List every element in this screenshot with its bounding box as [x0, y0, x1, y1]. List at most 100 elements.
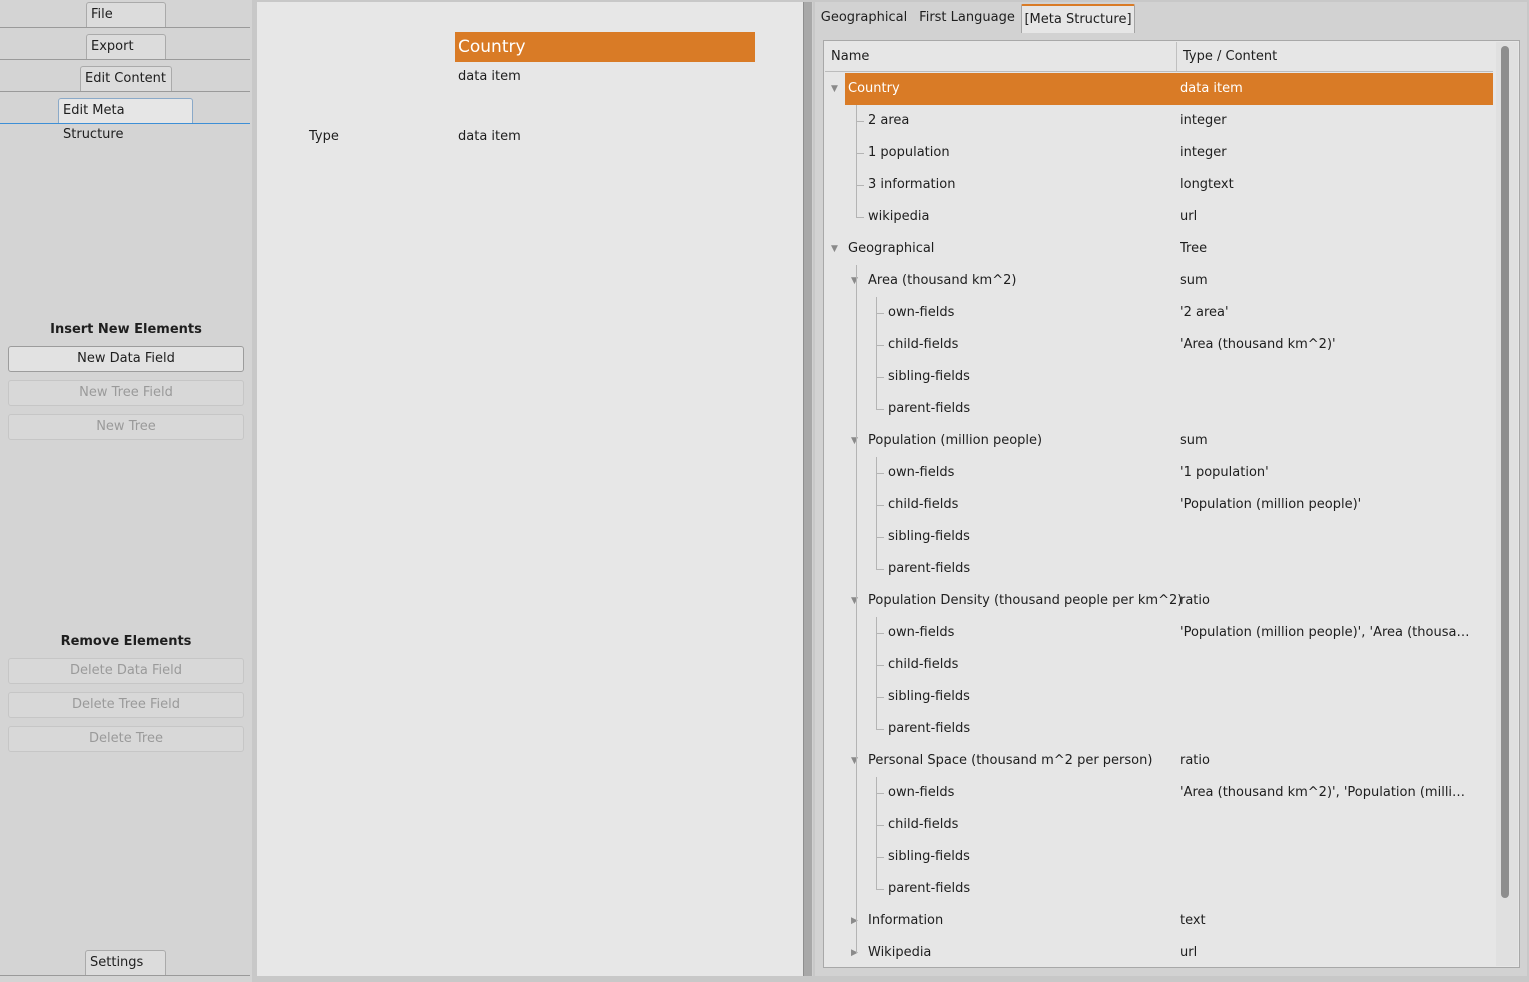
meta-structure-tree: Name Type / Content ▼ Country data item 2 a… — [823, 40, 1520, 968]
tree-row[interactable]: sibling-fields — [825, 841, 1493, 873]
tree-row-name: sibling-fields — [888, 369, 970, 384]
tree-row-type: sum — [1180, 433, 1208, 448]
tree-row-name: child-fields — [888, 817, 959, 832]
tree-row-type: '2 area' — [1180, 305, 1229, 320]
tree-row[interactable]: own-fields 'Area (thousand km^2)', 'Popul… — [825, 777, 1493, 809]
tree-row[interactable]: sibling-fields — [825, 361, 1493, 393]
tree-guide-line — [856, 185, 864, 186]
tree-guide-line — [876, 793, 884, 794]
tree-row[interactable]: ▼ Personal Space (thousand m^2 per person… — [825, 745, 1493, 777]
tab-edit-meta-structure[interactable]: Edit Meta Structure — [58, 98, 193, 142]
tree-row-type: 'Population (million people)', 'Area (th… — [1180, 625, 1470, 640]
tree-guide-line — [876, 729, 884, 730]
item-title-header: Country — [455, 32, 755, 62]
tree-row[interactable]: own-fields '1 population' — [825, 457, 1493, 489]
delete-tree-button[interactable]: Delete Tree — [8, 726, 244, 752]
tab-active-underline — [0, 123, 250, 124]
tree-row[interactable]: child-fields 'Population (million people)… — [825, 489, 1493, 521]
collapse-arrow-icon[interactable]: ▼ — [831, 233, 838, 265]
tree-row[interactable]: ▼ Population (million people) sum — [825, 425, 1493, 457]
tree-row[interactable]: own-fields 'Population (million people)',… — [825, 617, 1493, 649]
tree-row[interactable]: parent-fields — [825, 713, 1493, 745]
tree-guide-line — [856, 217, 864, 218]
tree-row-name: sibling-fields — [888, 849, 970, 864]
new-tree-field-button[interactable]: New Tree Field — [8, 380, 244, 406]
tree-row-name: child-fields — [888, 657, 959, 672]
tree-row[interactable]: 1 population integer — [825, 137, 1493, 169]
tree-guide-line — [876, 617, 877, 729]
panel-splitter[interactable] — [803, 2, 813, 976]
tab-edit-content[interactable]: Edit Content — [80, 66, 172, 92]
tree-row[interactable]: parent-fields — [825, 553, 1493, 585]
delete-data-field-button[interactable]: Delete Data Field — [8, 658, 244, 684]
tree-row-type: ratio — [1180, 593, 1210, 608]
tree-guide-line — [876, 505, 884, 506]
tab-geographical[interactable]: Geographical — [817, 4, 911, 33]
tree-row[interactable]: sibling-fields — [825, 521, 1493, 553]
tree-row[interactable]: own-fields '2 area' — [825, 297, 1493, 329]
tree-guide-line — [876, 537, 884, 538]
tree-row[interactable]: ▶ Wikipedia url — [825, 937, 1493, 967]
tree-row-name: parent-fields — [888, 561, 971, 576]
new-data-field-button[interactable]: New Data Field — [8, 346, 244, 372]
tree-row-name: sibling-fields — [888, 529, 970, 544]
tree-row[interactable]: parent-fields — [825, 393, 1493, 425]
tab-file[interactable]: File — [86, 2, 166, 28]
tree-row-name: Population Density (thousand people per … — [868, 593, 1183, 608]
tab-settings[interactable]: Settings — [85, 950, 166, 976]
tree-row-type: url — [1180, 209, 1198, 224]
tree-row[interactable]: sibling-fields — [825, 681, 1493, 713]
tree-row[interactable]: parent-fields — [825, 873, 1493, 905]
sidebar: File Export Edit Content Edit Meta Struc… — [0, 0, 252, 982]
tree-row-type: sum — [1180, 273, 1208, 288]
tree-guide-line — [856, 121, 864, 122]
tree-row-name: wikipedia — [868, 209, 930, 224]
tab-first-language[interactable]: First Language — [915, 4, 1019, 33]
tab-divider — [0, 91, 250, 92]
tree-row[interactable]: child-fields — [825, 649, 1493, 681]
tree-row[interactable]: ▼ Population Density (thousand people per… — [825, 585, 1493, 617]
tree-row-type: 'Area (thousand km^2)', 'Population (mil… — [1180, 785, 1470, 800]
tree-guide-line — [876, 569, 884, 570]
tree-row[interactable]: ▶ Information text — [825, 905, 1493, 937]
column-header-type[interactable]: Type / Content — [1177, 42, 1277, 72]
scrollbar-track[interactable] — [1496, 42, 1518, 966]
tree-guide-line — [876, 889, 884, 890]
tree-guide-line — [876, 297, 877, 409]
tree-row[interactable]: 3 information longtext — [825, 169, 1493, 201]
tree-guide-line — [876, 825, 884, 826]
scrollbar-thumb[interactable] — [1501, 46, 1509, 898]
tree-row-name: 2 area — [868, 113, 910, 128]
tree-row-name: own-fields — [888, 305, 955, 320]
tab-settings-label: Settings — [90, 955, 144, 970]
tree-row[interactable]: child-fields 'Area (thousand km^2)' — [825, 329, 1493, 361]
tree-guide-line — [876, 473, 884, 474]
tree-row-type: integer — [1180, 145, 1227, 160]
delete-tree-field-button[interactable]: Delete Tree Field — [8, 692, 244, 718]
tree-row-type: '1 population' — [1180, 465, 1269, 480]
column-header-name[interactable]: Name — [825, 42, 869, 72]
tree-row[interactable]: child-fields — [825, 809, 1493, 841]
tree-row-name: Geographical — [848, 241, 935, 256]
tree-row[interactable]: wikipedia url — [825, 201, 1493, 233]
tree-row[interactable]: ▼ Area (thousand km^2) sum — [825, 265, 1493, 297]
tree-guide-line — [876, 777, 877, 889]
tab-meta-structure[interactable]: [Meta Structure] — [1021, 4, 1135, 33]
tree-row-type: ratio — [1180, 753, 1210, 768]
tab-divider — [0, 59, 250, 60]
tab-export[interactable]: Export — [86, 34, 166, 60]
tree-guide-line — [856, 105, 857, 217]
tree-row-name: sibling-fields — [888, 689, 970, 704]
tree-guide-line — [876, 345, 884, 346]
tree-row-name: child-fields — [888, 497, 959, 512]
tree-guide-line — [876, 697, 884, 698]
tree-row[interactable]: ▼ Country data item — [825, 73, 1493, 105]
collapse-arrow-icon[interactable]: ▼ — [831, 73, 838, 105]
tree-row[interactable]: ▼ Geographical Tree — [825, 233, 1493, 265]
selection-highlight — [845, 73, 1493, 105]
new-tree-button[interactable]: New Tree — [8, 414, 244, 440]
tree-row-type: 'Area (thousand km^2)' — [1180, 337, 1336, 352]
tree-row-name: Wikipedia — [868, 945, 932, 960]
tree-row[interactable]: 2 area integer — [825, 105, 1493, 137]
tree-guide-line — [876, 377, 884, 378]
